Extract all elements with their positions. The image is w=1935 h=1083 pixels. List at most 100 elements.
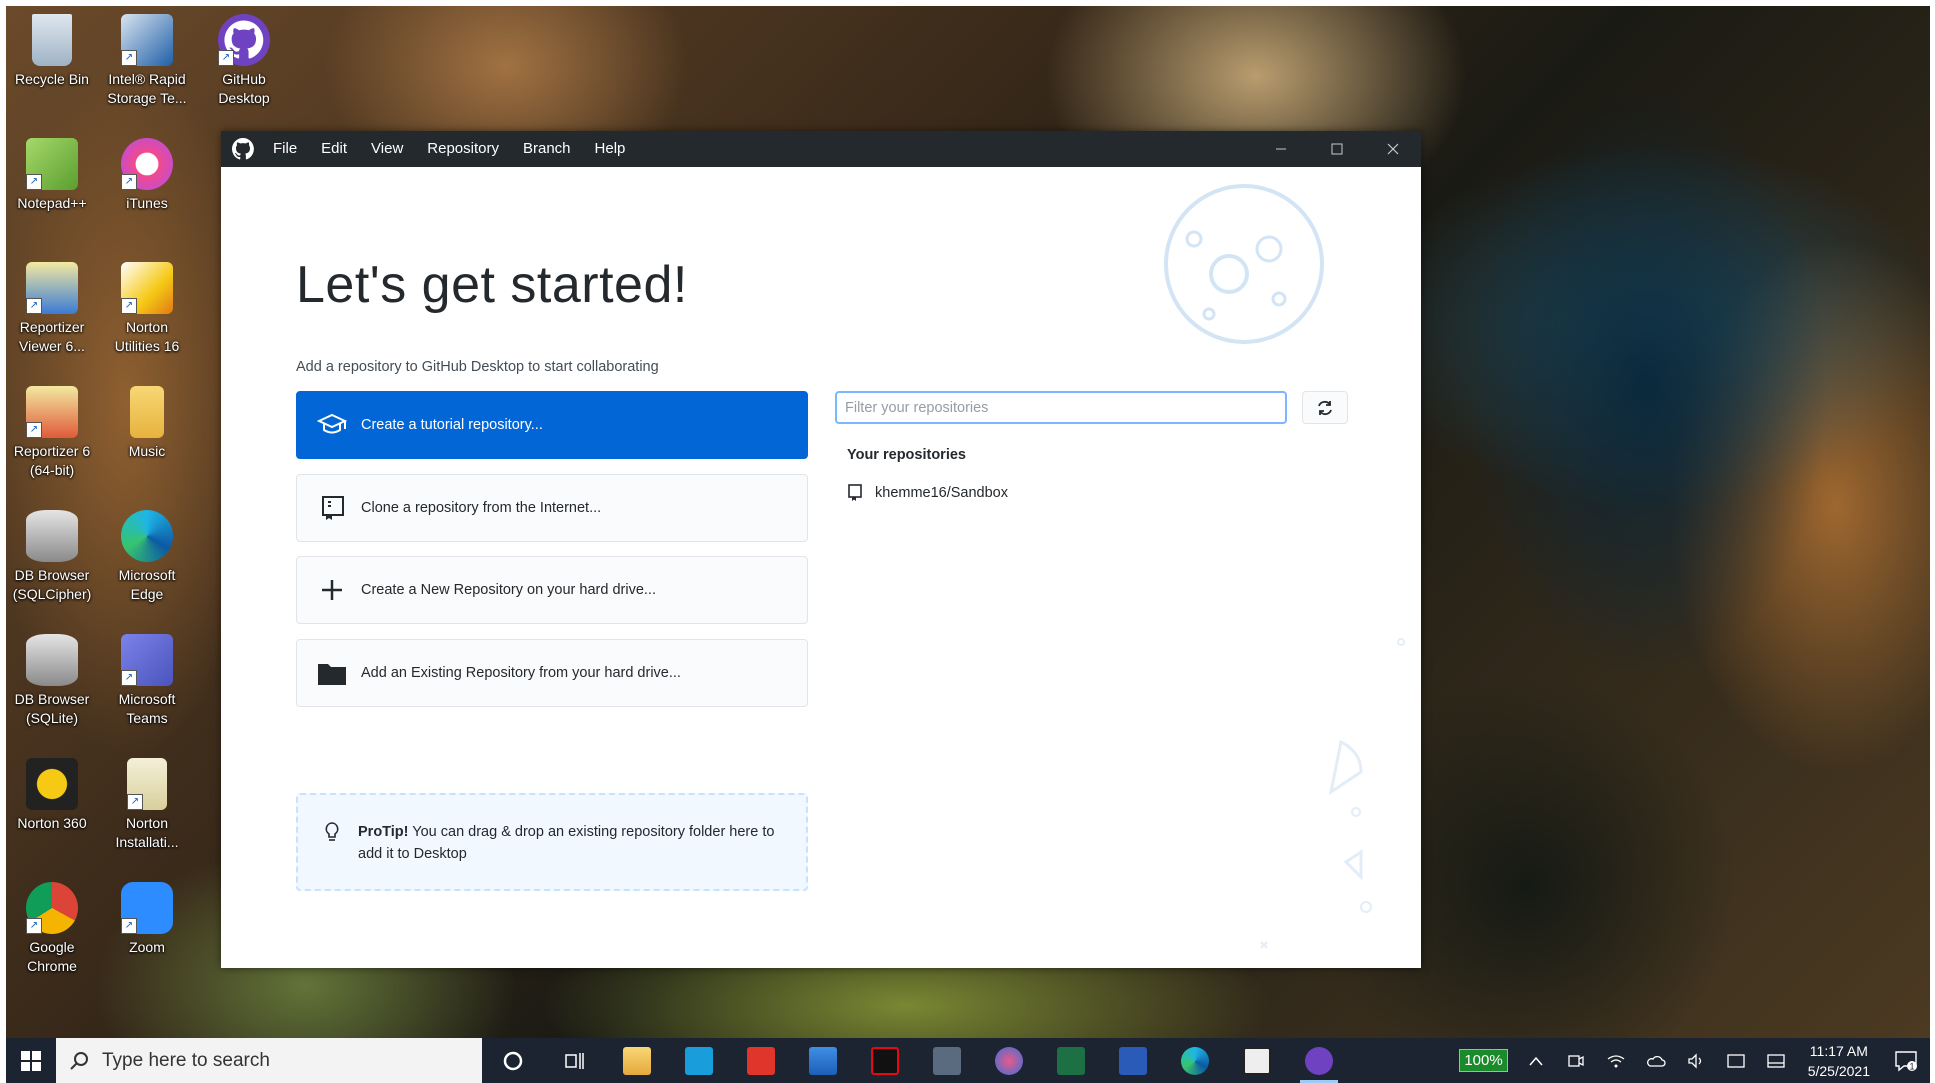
cortana-button[interactable] [482, 1038, 544, 1083]
action-center-app-icon[interactable] [1716, 1053, 1756, 1069]
taskbar-snip-sketch[interactable] [978, 1038, 1040, 1083]
menu-help[interactable]: Help [583, 131, 638, 167]
volume-icon[interactable] [1676, 1052, 1716, 1069]
github-desktop-window: File Edit View Repository Branch Help Le… [221, 131, 1421, 968]
notification-center-button[interactable]: 1 [1882, 1050, 1930, 1072]
desktop-icon-reportizer-6[interactable]: ↗ Reportizer 6 (64-bit) [7, 386, 97, 480]
excel-icon [1057, 1046, 1085, 1075]
meet-now-icon[interactable] [1556, 1054, 1596, 1068]
task-view-icon [565, 1052, 584, 1069]
desktop-icon-intel-rst[interactable]: ↗ Intel® Rapid Storage Te... [102, 14, 192, 108]
desktop-icon-microsoft-teams[interactable]: ↗ Microsoft Teams [102, 634, 192, 728]
repository-list-item[interactable]: khemme16/Sandbox [847, 481, 1008, 505]
desktop-icon-google-chrome[interactable]: ↗ Google Chrome [7, 882, 97, 976]
create-tutorial-repo-button[interactable]: Create a tutorial repository... [296, 391, 808, 459]
taskbar-app-red[interactable] [730, 1038, 792, 1083]
page-subtitle: Add a repository to GitHub Desktop to st… [296, 359, 659, 375]
taskbar-calculator[interactable] [916, 1038, 978, 1083]
input-indicator-icon[interactable] [1756, 1053, 1796, 1069]
repo-clone-icon [315, 491, 349, 525]
taskbar-clock[interactable]: 11:17 AM 5/25/2021 [1796, 1041, 1882, 1081]
menu-edit[interactable]: Edit [309, 131, 359, 167]
norton-utilities-icon: ↗ [121, 262, 173, 314]
search-icon [56, 1051, 102, 1071]
github-desktop-icon: ↗ [218, 14, 270, 66]
taskbar-search-box[interactable]: Type here to search [56, 1038, 482, 1083]
folder-icon [315, 656, 349, 690]
desktop-icon-db-browser-sqlcipher[interactable]: DB Browser (SQLCipher) [7, 510, 97, 604]
itunes-icon: ↗ [121, 138, 173, 190]
desktop-icon-norton-utilities[interactable]: ↗ Norton Utilities 16 [102, 262, 192, 356]
cortana-icon [503, 1051, 523, 1070]
word-icon [1119, 1046, 1147, 1075]
taskbar-file-explorer[interactable] [606, 1038, 668, 1083]
taskbar: Type here to search 100% 11:17 AM 5/25/2… [6, 1038, 1930, 1083]
close-button[interactable] [1365, 131, 1421, 167]
your-repositories-heading: Your repositories [847, 447, 966, 463]
reportizer-icon: ↗ [26, 386, 78, 438]
taskbar-netflix[interactable] [854, 1038, 916, 1083]
7zip-icon [1243, 1046, 1271, 1075]
taskbar-excel[interactable] [1040, 1038, 1102, 1083]
desktop-icon-zoom[interactable]: ↗ Zoom [102, 882, 192, 957]
edge-icon [121, 510, 173, 562]
desktop-icon-db-browser-sqlite[interactable]: DB Browser (SQLite) [7, 634, 97, 728]
taskbar-edge[interactable] [1164, 1038, 1226, 1083]
protip-label: ProTip! [358, 824, 409, 840]
menu-file[interactable]: File [261, 131, 309, 167]
desktop-icon-itunes[interactable]: ↗ iTunes [102, 138, 192, 213]
edge-icon [1181, 1046, 1209, 1075]
clone-repo-label: Clone a repository from the Internet... [361, 500, 602, 516]
notification-count: 1 [1909, 1061, 1914, 1071]
menu-repository[interactable]: Repository [415, 131, 511, 167]
light-bulb-icon [324, 821, 340, 850]
reportizer-viewer-icon: ↗ [26, 262, 78, 314]
repository-name: khemme16/Sandbox [875, 485, 1008, 501]
desktop-icon-music[interactable]: Music [102, 386, 192, 461]
database-icon [26, 510, 78, 562]
titlebar: File Edit View Repository Branch Help [221, 131, 1421, 167]
taskbar-github-desktop[interactable] [1288, 1038, 1350, 1083]
desktop-icon-reportizer-viewer[interactable]: ↗ Reportizer Viewer 6... [7, 262, 97, 356]
desktop-icon-github-desktop[interactable]: ↗ GitHub Desktop [199, 14, 289, 108]
battery-indicator[interactable]: 100% [1459, 1049, 1508, 1072]
snip-sketch-icon [995, 1046, 1023, 1075]
netflix-icon [871, 1046, 899, 1075]
task-view-button[interactable] [544, 1038, 606, 1083]
onedrive-cloud-icon[interactable] [1636, 1054, 1676, 1068]
taskbar-7zip[interactable] [1226, 1038, 1288, 1083]
refresh-button[interactable] [1302, 391, 1348, 424]
minimize-button[interactable] [1253, 131, 1309, 167]
teams-icon: ↗ [121, 634, 173, 686]
wifi-icon[interactable] [1596, 1054, 1636, 1068]
github-logo-icon [225, 131, 261, 167]
create-tutorial-repo-label: Create a tutorial repository... [361, 417, 543, 433]
filter-repositories-input[interactable] [835, 391, 1287, 424]
taskbar-word[interactable] [1102, 1038, 1164, 1083]
mortar-board-icon [315, 408, 349, 442]
desktop-icon-norton-installation[interactable]: ↗ Norton Installati... [102, 758, 192, 852]
minimize-icon [1276, 148, 1286, 150]
create-new-repo-button[interactable]: Create a New Repository on your hard dri… [296, 556, 808, 624]
desktop-icon-norton-360[interactable]: Norton 360 [7, 758, 97, 833]
show-hidden-icons-chevron-up-icon[interactable] [1516, 1056, 1556, 1066]
windows-logo-icon [21, 1050, 41, 1071]
l-app-icon [685, 1046, 713, 1075]
database-icon [26, 634, 78, 686]
desktop-icon-recycle-bin[interactable]: Recycle Bin [7, 14, 97, 89]
sync-icon [1318, 400, 1332, 415]
taskbar-mail[interactable] [792, 1038, 854, 1083]
desktop-icon-microsoft-edge[interactable]: Microsoft Edge [102, 510, 192, 604]
desktop-icon-notepad-plus-plus[interactable]: ↗ Notepad++ [7, 138, 97, 213]
menu-branch[interactable]: Branch [511, 131, 583, 167]
protip-dropzone[interactable]: ProTip! You can drag & drop an existing … [296, 793, 808, 891]
page-title: Let's get started! [296, 256, 688, 314]
menu-view[interactable]: View [359, 131, 415, 167]
taskbar-app-l[interactable] [668, 1038, 730, 1083]
search-placeholder: Type here to search [102, 1049, 270, 1071]
maximize-button[interactable] [1309, 131, 1365, 167]
clone-repo-button[interactable]: Clone a repository from the Internet... [296, 474, 808, 542]
add-existing-repo-label: Add an Existing Repository from your har… [361, 665, 681, 681]
add-existing-repo-button[interactable]: Add an Existing Repository from your har… [296, 639, 808, 707]
start-button[interactable] [6, 1038, 56, 1083]
